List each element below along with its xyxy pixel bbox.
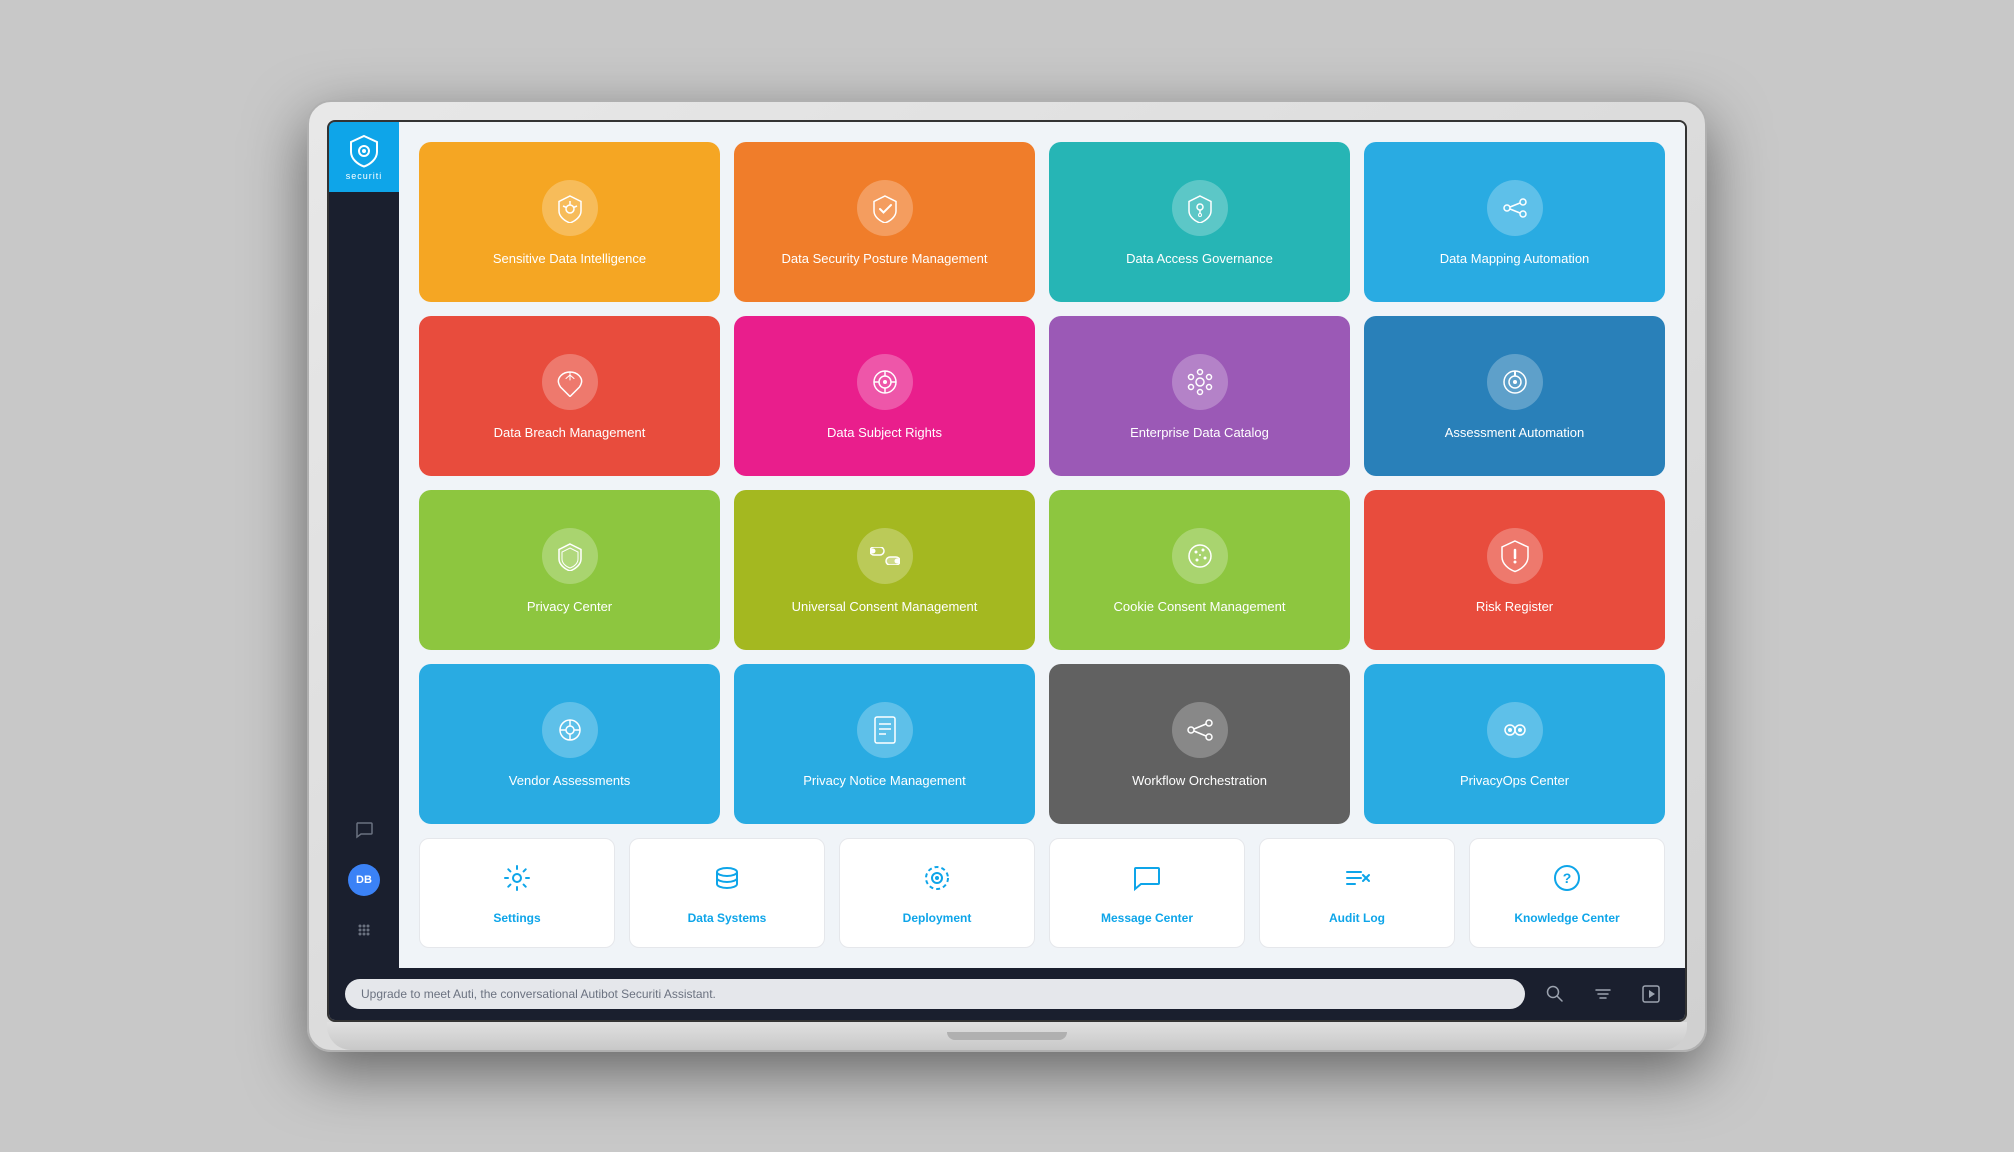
data-systems-icon bbox=[711, 862, 743, 901]
tile-icon-universal-consent bbox=[857, 528, 913, 584]
tile-label-risk-register: Risk Register bbox=[1476, 598, 1553, 616]
user-avatar[interactable]: DB bbox=[348, 864, 380, 896]
tile-icon-privacy-center bbox=[542, 528, 598, 584]
tile-label-universal-consent: Universal Consent Management bbox=[792, 598, 978, 616]
tile-label-privacy-notice: Privacy Notice Management bbox=[803, 772, 966, 790]
tile-icon-data-subject bbox=[857, 354, 913, 410]
utility-deployment[interactable]: Deployment bbox=[839, 838, 1035, 948]
tile-vendor-assessments[interactable]: Vendor Assessments bbox=[419, 664, 720, 824]
bottom-action-icons bbox=[1537, 976, 1669, 1012]
tile-label-data-security: Data Security Posture Management bbox=[782, 250, 988, 268]
sidebar: securiti DB bbox=[329, 122, 399, 968]
tile-row-1: Sensitive Data Intelligence Data Securit… bbox=[419, 142, 1665, 302]
tile-icon-privacyops bbox=[1487, 702, 1543, 758]
tile-universal-consent[interactable]: Universal Consent Management bbox=[734, 490, 1035, 650]
tile-label-vendor-assessments: Vendor Assessments bbox=[509, 772, 630, 790]
sidebar-brand-name: securiti bbox=[346, 171, 383, 181]
tile-label-data-subject: Data Subject Rights bbox=[827, 424, 942, 442]
tile-data-subject-rights[interactable]: Data Subject Rights bbox=[734, 316, 1035, 476]
utility-data-systems[interactable]: Data Systems bbox=[629, 838, 825, 948]
message-center-icon bbox=[1131, 862, 1163, 901]
tile-data-mapping[interactable]: Data Mapping Automation bbox=[1364, 142, 1665, 302]
tile-data-breach[interactable]: Data Breach Management bbox=[419, 316, 720, 476]
deployment-icon bbox=[921, 862, 953, 901]
laptop-base bbox=[327, 1022, 1687, 1050]
sidebar-bottom-icons: DB bbox=[346, 812, 382, 968]
dots-grid-icon[interactable] bbox=[346, 912, 382, 948]
chat-placeholder[interactable]: Upgrade to meet Auti, the conversational… bbox=[345, 979, 1525, 1009]
tile-row-4: Vendor Assessments Privacy Noti bbox=[419, 664, 1665, 824]
audit-log-label: Audit Log bbox=[1329, 911, 1385, 925]
utility-knowledge-center[interactable]: ? Knowledge Center bbox=[1469, 838, 1665, 948]
svg-text:?: ? bbox=[1563, 870, 1572, 886]
tile-icon-vendor-assessments bbox=[542, 702, 598, 758]
tile-label-privacyops: PrivacyOps Center bbox=[1460, 772, 1569, 790]
tile-label-assessment: Assessment Automation bbox=[1445, 424, 1584, 442]
chat-icon[interactable] bbox=[346, 812, 382, 848]
securiti-logo-icon bbox=[349, 134, 379, 168]
knowledge-center-icon: ? bbox=[1551, 862, 1583, 901]
tile-icon-enterprise-catalog bbox=[1172, 354, 1228, 410]
tile-icon-data-access bbox=[1172, 180, 1228, 236]
search-icon[interactable] bbox=[1537, 976, 1573, 1012]
tile-icon-data-security bbox=[857, 180, 913, 236]
tile-workflow-orchestration[interactable]: Workflow Orchestration bbox=[1049, 664, 1350, 824]
tile-enterprise-catalog[interactable]: Enterprise Data Catalog bbox=[1049, 316, 1350, 476]
tile-icon-sensitive-data bbox=[542, 180, 598, 236]
tile-label-data-mapping: Data Mapping Automation bbox=[1440, 250, 1590, 268]
tile-label-data-breach: Data Breach Management bbox=[494, 424, 646, 442]
main-content: Sensitive Data Intelligence Data Securit… bbox=[399, 122, 1685, 968]
data-systems-label: Data Systems bbox=[688, 911, 767, 925]
utility-settings[interactable]: Settings bbox=[419, 838, 615, 948]
tile-privacyops-center[interactable]: PrivacyOps Center bbox=[1364, 664, 1665, 824]
tile-icon-cookie-consent bbox=[1172, 528, 1228, 584]
audit-log-icon bbox=[1341, 862, 1373, 901]
settings-label: Settings bbox=[493, 911, 540, 925]
bottom-bar: Upgrade to meet Auti, the conversational… bbox=[329, 968, 1685, 1020]
sidebar-logo[interactable]: securiti bbox=[329, 122, 399, 192]
tile-label-data-access: Data Access Governance bbox=[1126, 250, 1273, 268]
tile-icon-privacy-notice bbox=[857, 702, 913, 758]
play-icon[interactable] bbox=[1633, 976, 1669, 1012]
tile-label-sensitive-data: Sensitive Data Intelligence bbox=[493, 250, 646, 268]
tile-cookie-consent[interactable]: Cookie Consent Management bbox=[1049, 490, 1350, 650]
tile-icon-risk-register bbox=[1487, 528, 1543, 584]
tile-icon-assessment bbox=[1487, 354, 1543, 410]
tile-data-access-governance[interactable]: Data Access Governance bbox=[1049, 142, 1350, 302]
utility-tile-row: Settings Data Systems bbox=[419, 838, 1665, 948]
tile-label-privacy-center: Privacy Center bbox=[527, 598, 612, 616]
tile-risk-register[interactable]: Risk Register bbox=[1364, 490, 1665, 650]
tile-label-enterprise-catalog: Enterprise Data Catalog bbox=[1130, 424, 1269, 442]
utility-audit-log[interactable]: Audit Log bbox=[1259, 838, 1455, 948]
tile-icon-data-mapping bbox=[1487, 180, 1543, 236]
settings-icon bbox=[501, 862, 533, 901]
tile-assessment-automation[interactable]: Assessment Automation bbox=[1364, 316, 1665, 476]
tile-row-2: Data Breach Management bbox=[419, 316, 1665, 476]
tile-sensitive-data-intelligence[interactable]: Sensitive Data Intelligence bbox=[419, 142, 720, 302]
tile-privacy-center[interactable]: Privacy Center bbox=[419, 490, 720, 650]
message-center-label: Message Center bbox=[1101, 911, 1193, 925]
laptop-notch bbox=[947, 1032, 1067, 1040]
filter-icon[interactable] bbox=[1585, 976, 1621, 1012]
utility-message-center[interactable]: Message Center bbox=[1049, 838, 1245, 948]
tile-label-workflow: Workflow Orchestration bbox=[1132, 772, 1267, 790]
tile-row-3: Privacy Center Universal Consen bbox=[419, 490, 1665, 650]
deployment-label: Deployment bbox=[903, 911, 972, 925]
tile-icon-data-breach bbox=[542, 354, 598, 410]
tile-privacy-notice[interactable]: Privacy Notice Management bbox=[734, 664, 1035, 824]
tile-label-cookie-consent: Cookie Consent Management bbox=[1114, 598, 1286, 616]
knowledge-center-label: Knowledge Center bbox=[1514, 911, 1619, 925]
tile-data-security-posture[interactable]: Data Security Posture Management bbox=[734, 142, 1035, 302]
tile-icon-workflow bbox=[1172, 702, 1228, 758]
